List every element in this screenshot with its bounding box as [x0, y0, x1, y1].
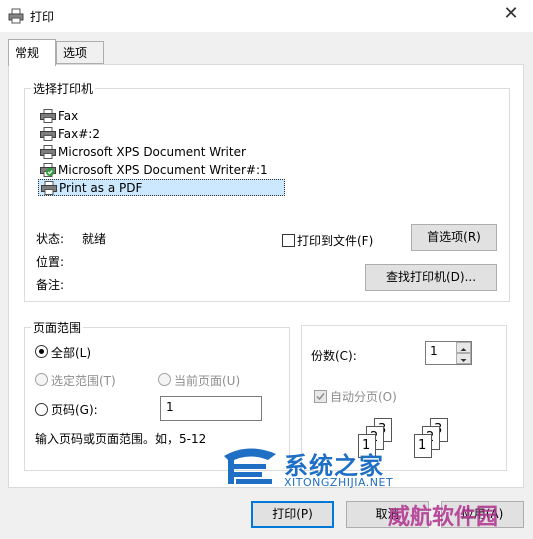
- preferences-button[interactable]: 首选项(R): [411, 224, 497, 251]
- title-bar: 打印 ✕: [0, 0, 533, 32]
- site-logo-icon: [224, 448, 276, 484]
- copies-value: 1: [430, 344, 438, 358]
- status-label: 状态:: [36, 232, 65, 246]
- radio-all[interactable]: [35, 345, 48, 358]
- printer-name: Microsoft XPS Document Writer: [58, 145, 246, 159]
- spin-down-icon[interactable]: [456, 353, 471, 364]
- collate-checkbox[interactable]: [314, 390, 327, 403]
- pages-input[interactable]: 1: [160, 396, 262, 421]
- tab-general[interactable]: 常规: [8, 39, 56, 66]
- printer-name: Microsoft XPS Document Writer#:1: [58, 163, 268, 177]
- radio-pages[interactable]: [35, 403, 48, 416]
- radio-selection[interactable]: [35, 373, 48, 386]
- tab-options-label: 选项: [63, 46, 88, 60]
- tab-general-label: 常规: [15, 46, 40, 60]
- printer-icon: [40, 145, 56, 159]
- printer-item-fax-2[interactable]: Fax#:2: [38, 126, 285, 143]
- copies-label: 份数(C):: [311, 349, 357, 363]
- radio-selection-label: 选定范围(T): [51, 374, 116, 388]
- site-watermark: 系统之家 XITONGZHIJIA.NET: [218, 440, 418, 495]
- spin-up-icon[interactable]: [456, 342, 471, 353]
- close-button[interactable]: ✕: [497, 2, 525, 28]
- printer-icon: [40, 109, 56, 123]
- status-value: 就绪: [82, 232, 107, 246]
- watermark-site-url: XITONGZHIJIA.NET: [284, 476, 394, 489]
- radio-pages-label[interactable]: 页码(G):: [51, 401, 98, 418]
- collate-label: 自动分页(O): [330, 390, 397, 404]
- select-printer-legend: 选择打印机: [33, 82, 94, 96]
- printer-item-pdf[interactable]: Print as a PDF: [38, 179, 285, 196]
- printer-name: Fax#:2: [58, 127, 100, 141]
- radio-current-page-label: 当前页面(U): [174, 374, 241, 388]
- location-label: 位置:: [36, 255, 65, 269]
- comment-label: 备注:: [36, 278, 65, 292]
- printer-item-xps-1[interactable]: Microsoft XPS Document Writer#:1: [38, 162, 285, 179]
- radio-current-page[interactable]: [158, 373, 171, 386]
- printer-icon: [41, 181, 57, 195]
- print-to-file-label[interactable]: 打印到文件(F): [297, 232, 373, 249]
- watermark-overlay-text: 威航软件园: [388, 504, 499, 530]
- page-range-legend: 页面范围: [33, 321, 82, 335]
- printer-icon: [8, 8, 24, 24]
- find-printer-button[interactable]: 查找打印机(D)...: [365, 264, 497, 291]
- printer-icon: [40, 127, 56, 141]
- printer-list[interactable]: Fax Fax#:2 Microsoft XPS Document Writer…: [38, 108, 285, 198]
- default-printer-icon: [40, 163, 56, 177]
- print-button[interactable]: 打印(P): [251, 501, 334, 528]
- page-range-hint: 输入页码或页面范围。如，5-12: [35, 432, 207, 446]
- radio-all-label[interactable]: 全部(L): [51, 344, 91, 361]
- copies-spinner[interactable]: [456, 342, 471, 364]
- printer-name: Fax: [58, 109, 79, 123]
- window-title: 打印: [30, 10, 55, 24]
- printer-item-fax[interactable]: Fax: [38, 108, 285, 125]
- close-icon: ✕: [503, 3, 519, 24]
- printer-item-xps[interactable]: Microsoft XPS Document Writer: [38, 144, 285, 161]
- printer-name: Print as a PDF: [59, 181, 143, 195]
- collate-page-number: 1: [418, 438, 427, 453]
- print-to-file-checkbox[interactable]: [282, 234, 295, 247]
- tab-options[interactable]: 选项: [56, 41, 104, 64]
